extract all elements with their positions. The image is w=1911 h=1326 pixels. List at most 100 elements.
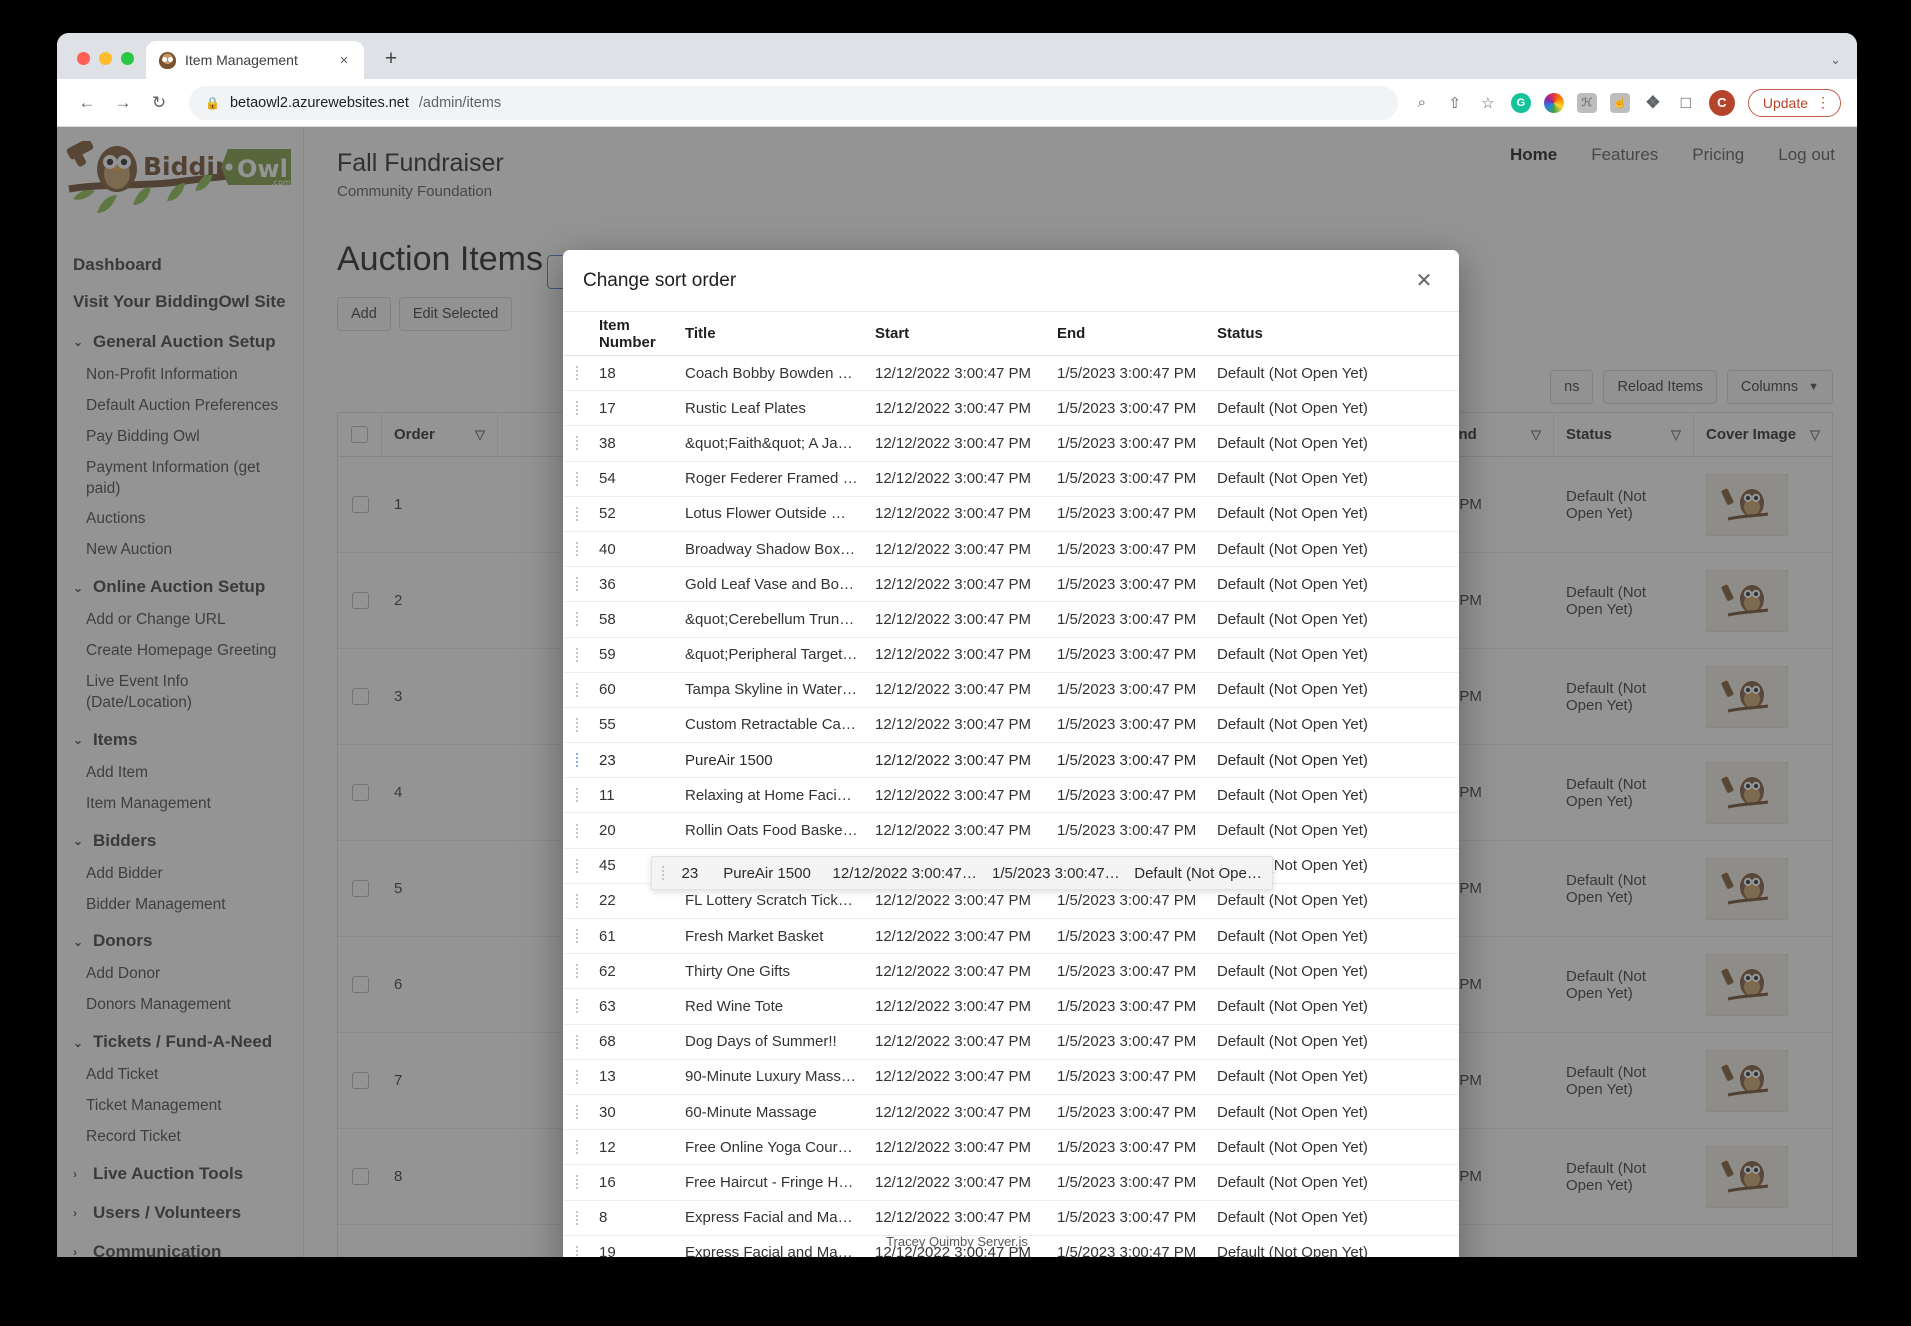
row-status: Default (Not Open Yet) xyxy=(1217,575,1368,593)
drag-handle-icon[interactable] xyxy=(563,1209,591,1226)
window-controls[interactable] xyxy=(71,52,146,79)
drag-handle-icon[interactable] xyxy=(563,892,591,909)
drag-preview-start: 12/12/2022 3:00:47 PM xyxy=(832,864,986,882)
close-icon[interactable]: ✕ xyxy=(1411,268,1437,294)
row-start: 12/12/2022 3:00:47 PM xyxy=(875,364,1031,382)
forward-icon[interactable]: → xyxy=(107,87,139,119)
bookmark-star-icon[interactable]: ☆ xyxy=(1478,93,1498,113)
row-title: Free Haircut - Fringe Hair b... xyxy=(685,1173,867,1191)
sortable-row[interactable]: 8 Express Facial and Manicure 12/12/2022 3… xyxy=(563,1201,1459,1236)
search-icon[interactable]: ⌕ xyxy=(1412,93,1432,113)
drag-handle-icon[interactable] xyxy=(563,470,591,487)
sortable-row[interactable]: 17 Rustic Leaf Plates 12/12/2022 3:00:47 P… xyxy=(563,391,1459,427)
drag-handle-icon[interactable] xyxy=(563,505,591,522)
drag-handle-icon[interactable] xyxy=(563,1174,591,1191)
extensions-puzzle-icon[interactable]: ❖ xyxy=(1643,93,1663,113)
sortable-row[interactable]: 36 Gold Leaf Vase and Bowl Set 12/12/2022 … xyxy=(563,567,1459,603)
sortable-row[interactable]: 38 &quot;Faith&quot; A Japane... 12/12/202… xyxy=(563,426,1459,462)
row-item-number: 62 xyxy=(599,962,616,980)
drag-dots-icon xyxy=(575,716,579,733)
drag-handle-icon[interactable] xyxy=(563,611,591,628)
maximize-window-button[interactable] xyxy=(121,52,134,65)
sortable-row[interactable]: 16 Free Haircut - Fringe Hair b... 12/12/2… xyxy=(563,1165,1459,1201)
tab-list-chevron-icon[interactable]: ⌄ xyxy=(1830,52,1841,68)
browser-tabstrip: Item Management × + ⌄ xyxy=(57,33,1857,79)
drag-handle-icon[interactable] xyxy=(563,822,591,839)
drag-handle-icon[interactable] xyxy=(563,1068,591,1085)
drag-handle-icon[interactable] xyxy=(563,1033,591,1050)
drag-handle-icon[interactable] xyxy=(563,1104,591,1121)
browser-menu-icon[interactable]: ⋮ xyxy=(1816,94,1830,111)
sortable-row[interactable]: 11 Relaxing at Home Facial Bas... 12/12/20… xyxy=(563,778,1459,814)
row-start: 12/12/2022 3:00:47 PM xyxy=(875,822,1031,840)
drag-handle-icon[interactable] xyxy=(563,787,591,804)
browser-omnibar: ← → ↻ 🔒 betaowl2.azurewebsites.net/admin… xyxy=(57,79,1857,127)
drag-handle-icon[interactable] xyxy=(563,963,591,980)
color-picker-extension-icon[interactable] xyxy=(1543,92,1564,113)
drag-handle-icon[interactable] xyxy=(563,752,591,769)
reload-icon[interactable]: ↻ xyxy=(143,87,175,119)
sortable-row[interactable]: 30 60-Minute Massage 12/12/2022 3:00:47 PM… xyxy=(563,1095,1459,1131)
drag-handle-icon[interactable] xyxy=(563,998,591,1015)
side-panel-icon[interactable]: □ xyxy=(1676,93,1696,113)
row-status: Default (Not Open Yet) xyxy=(1217,364,1368,382)
row-item-number: 36 xyxy=(599,575,616,593)
close-tab-icon[interactable]: × xyxy=(334,52,354,69)
drag-handle-icon[interactable] xyxy=(563,857,591,874)
grammarly-extension-icon[interactable]: G xyxy=(1510,92,1531,113)
drag-handle-icon[interactable] xyxy=(563,1139,591,1156)
sortable-row[interactable]: 63 Red Wine Tote 12/12/2022 3:00:47 PM 1/5/… xyxy=(563,989,1459,1025)
honey-extension-icon[interactable]: ℋ xyxy=(1576,92,1597,113)
sortable-row[interactable]: 54 Roger Federer Framed Emb... 12/12/2022 … xyxy=(563,462,1459,497)
sort-table-body[interactable]: 18 Coach Bobby Bowden at his... 12/12/2022… xyxy=(563,356,1459,1257)
sortable-row-list[interactable]: 18 Coach Bobby Bowden at his... 12/12/2022… xyxy=(563,356,1459,1257)
sortable-row[interactable]: 60 Tampa Skyline in Water Color 12/12/2022… xyxy=(563,673,1459,708)
drag-handle-icon[interactable] xyxy=(563,576,591,593)
drag-handle-icon[interactable] xyxy=(563,435,591,452)
sortable-row[interactable]: 58 &quot;Cerebellum Trunk&q... 12/12/2022 … xyxy=(563,602,1459,638)
row-item-number: 58 xyxy=(599,610,616,628)
row-start: 12/12/2022 3:00:47 PM xyxy=(875,646,1031,664)
row-item-number: 38 xyxy=(599,434,616,452)
drag-handle-icon[interactable] xyxy=(563,400,591,417)
row-title: Red Wine Tote xyxy=(685,997,784,1015)
profile-avatar[interactable]: C xyxy=(1708,89,1735,116)
row-item-number: 11 xyxy=(599,786,615,804)
sortable-row[interactable]: 40 Broadway Shadow Box for &... 12/12/2022… xyxy=(563,532,1459,568)
drag-handle-icon[interactable] xyxy=(563,928,591,945)
sortable-row[interactable]: 68 Dog Days of Summer!! 12/12/2022 3:00:47… xyxy=(563,1025,1459,1060)
sortable-row[interactable]: 23 PureAir 1500 12/12/2022 3:00:47 PM 1/5/2… xyxy=(563,743,1459,779)
row-status: Default (Not Open Yet) xyxy=(1217,1033,1368,1051)
drag-preview-row[interactable]: 23 PureAir 1500 12/12/2022 3:00:47 PM 1/… xyxy=(651,856,1273,890)
drag-handle-icon[interactable] xyxy=(563,681,591,698)
sortable-row[interactable]: 52 Lotus Flower Outside Windo... 12/12/202… xyxy=(563,497,1459,532)
share-icon[interactable]: ⇧ xyxy=(1445,93,1465,113)
sortable-row[interactable]: 18 Coach Bobby Bowden at his... 12/12/2022… xyxy=(563,356,1459,392)
close-window-button[interactable] xyxy=(77,52,90,65)
update-button[interactable]: Update ⋮ xyxy=(1747,88,1841,117)
drag-handle-icon[interactable] xyxy=(563,365,591,382)
minimize-window-button[interactable] xyxy=(99,52,112,65)
sortable-row[interactable]: 55 Custom Retractable Car Sh... 12/12/2022… xyxy=(563,708,1459,744)
drag-dots-icon xyxy=(575,822,579,839)
drag-handle-icon[interactable] xyxy=(563,541,591,558)
sortable-row[interactable]: 61 Fresh Market Basket 12/12/2022 3:00:47 … xyxy=(563,919,1459,955)
sortable-row[interactable]: 13 90-Minute Luxury Massage 12/12/2022 3:0… xyxy=(563,1060,1459,1095)
new-tab-button[interactable]: + xyxy=(374,42,408,76)
drag-handle-icon[interactable] xyxy=(563,716,591,733)
sortable-row[interactable]: 12 Free Online Yoga Course fro... 12/12/20… xyxy=(563,1130,1459,1166)
hand-extension-icon[interactable]: ☝ xyxy=(1609,92,1630,113)
drag-dots-icon xyxy=(575,470,579,487)
address-bar[interactable]: 🔒 betaowl2.azurewebsites.net/admin/items xyxy=(189,85,1398,120)
drag-handle-icon[interactable] xyxy=(652,865,675,881)
browser-tab[interactable]: Item Management × xyxy=(146,41,364,79)
sortable-row[interactable]: 62 Thirty One Gifts 12/12/2022 3:00:47 PM 1… xyxy=(563,954,1459,990)
drag-handle-icon[interactable] xyxy=(563,646,591,663)
sortable-row[interactable]: 59 &quot;Peripheral Target? - ... 12/12/20… xyxy=(563,638,1459,673)
sortable-row[interactable]: 20 Rollin Oats Food Basket wit... 12/12/20… xyxy=(563,813,1459,849)
row-item-number: 18 xyxy=(599,364,616,382)
row-end: 1/5/2023 3:00:47 PM xyxy=(1057,399,1197,417)
row-start: 12/12/2022 3:00:47 PM xyxy=(875,399,1031,417)
back-icon[interactable]: ← xyxy=(71,87,103,119)
change-sort-order-dialog: Change sort order ✕ Item Number Title St… xyxy=(563,250,1459,1257)
